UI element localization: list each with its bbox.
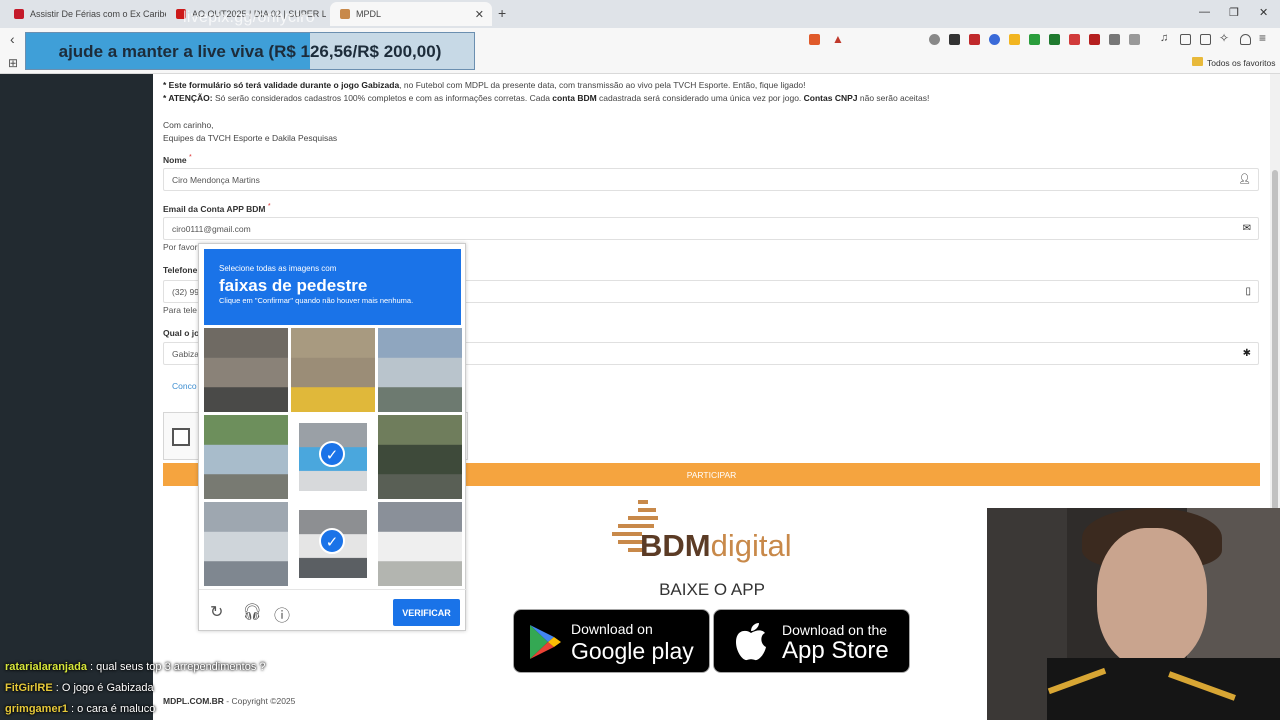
- minimize-icon[interactable]: —: [1199, 6, 1210, 18]
- phone-hint: Para tele: [163, 305, 198, 315]
- greeting: Com carinho, Equipes da TVCH Esporte e D…: [163, 120, 338, 143]
- streamer-webcam: [987, 508, 1280, 720]
- donation-goal-text: ajude a manter a live viva (R$ 126,56/R$…: [58, 42, 442, 61]
- stream-watermark: livepix.gg/onlyciro: [183, 9, 315, 26]
- mobile-icon: ▯: [1245, 286, 1251, 297]
- captcha-tile[interactable]: [204, 415, 288, 499]
- recaptcha-challenge: Selecione todas as imagens com faixas de…: [198, 243, 467, 631]
- captcha-target-word: faixas de pedestre: [219, 276, 368, 295]
- tab-favicon-icon: [14, 9, 24, 19]
- info-icon[interactable]: ⓘ: [274, 602, 290, 626]
- form-notices: * Este formulário só terá validade duran…: [163, 79, 929, 105]
- back-icon[interactable]: ‹: [10, 31, 15, 47]
- close-window-icon[interactable]: ✕: [1259, 6, 1268, 19]
- game-label: Qual o jo: [163, 328, 200, 338]
- email-hint: Por favor: [163, 242, 198, 252]
- restore-icon[interactable]: ❐: [1229, 6, 1239, 19]
- captcha-footer: ↻ 🎧︎ ⓘ VERIFICAR: [199, 589, 467, 631]
- extension-icon[interactable]: [1049, 34, 1060, 45]
- headphones-icon[interactable]: 🎧︎: [242, 602, 262, 622]
- panel-icon[interactable]: [1180, 34, 1191, 45]
- name-label: Nome *: [163, 153, 192, 165]
- app-store-button[interactable]: Download on the App Store: [713, 609, 910, 673]
- folder-icon: [1192, 57, 1203, 66]
- captcha-tile[interactable]: [204, 328, 288, 412]
- captcha-tile[interactable]: [378, 328, 462, 412]
- new-tab-button[interactable]: +: [498, 5, 506, 21]
- page-footer: MDPL.COM.BR - Copyright ©2025: [163, 696, 296, 706]
- captcha-instructions: Selecione todas as imagens com faixas de…: [204, 249, 461, 325]
- captcha-tile[interactable]: [378, 502, 462, 586]
- music-icon[interactable]: ♫: [1160, 32, 1168, 44]
- name-field[interactable]: Ciro Mendonça Martins 👤︎: [163, 168, 1259, 191]
- all-bookmarks-link[interactable]: Todos os favoritos: [1207, 58, 1276, 68]
- apps-icon[interactable]: ⊞: [8, 56, 18, 70]
- user-icon: 👤︎: [1238, 174, 1251, 185]
- verify-button[interactable]: VERIFICAR: [393, 599, 460, 626]
- tile-selected-check-icon: ✓: [319, 528, 345, 554]
- tab-mpdl[interactable]: MPDL ✕: [330, 2, 492, 26]
- wallet-icon[interactable]: [1200, 34, 1211, 45]
- phone-label: Telefone: [163, 265, 198, 275]
- reload-icon[interactable]: ↻: [210, 602, 223, 622]
- chat-message: FitGirlRE : O jogo é Gabizada: [5, 682, 154, 694]
- google-play-button[interactable]: Download on Google play: [513, 609, 710, 673]
- notice-attention: * ATENÇÃO: Só serão considerados cadastr…: [163, 93, 930, 103]
- extension-icon[interactable]: [1089, 34, 1100, 45]
- menu-icon[interactable]: ≡: [1259, 31, 1266, 45]
- chat-message: grimgamer1 : o cara é maluco: [5, 703, 156, 715]
- extension-icon[interactable]: [969, 34, 980, 45]
- tab-label: MPDL: [356, 9, 382, 19]
- extension-icon[interactable]: [929, 34, 940, 45]
- tab-favicon-icon: [340, 9, 350, 19]
- brave-shield-icon[interactable]: [809, 34, 820, 45]
- tile-selected-check-icon: ✓: [319, 441, 345, 467]
- email-field[interactable]: ciro0111@gmail.com ✉: [163, 217, 1259, 240]
- puzzle-icon[interactable]: [1109, 34, 1120, 45]
- leo-icon[interactable]: ✧: [1219, 31, 1229, 45]
- tab-ferias[interactable]: Assistir De Férias com o Ex Caribe 1x: [4, 2, 166, 26]
- bdm-digital-logo: BDMdigital: [612, 498, 817, 568]
- extension-icon[interactable]: [1009, 34, 1020, 45]
- extension-icon[interactable]: [1029, 34, 1040, 45]
- tab-label: Assistir De Férias com o Ex Caribe 1x: [30, 9, 166, 19]
- captcha-tile[interactable]: [291, 328, 375, 412]
- logo-wordmark: BDMdigital: [640, 528, 792, 563]
- email-label: Email da Conta APP BDM *: [163, 202, 271, 214]
- envelope-icon: ✉: [1242, 223, 1251, 234]
- extension-icon[interactable]: [989, 34, 1000, 45]
- sidebar-icon[interactable]: [1129, 34, 1140, 45]
- asterisk-icon: ✱: [1242, 348, 1251, 359]
- extension-icon[interactable]: [949, 34, 960, 45]
- vpn-icon[interactable]: [1240, 34, 1251, 45]
- brave-rewards-icon[interactable]: ▲: [832, 32, 844, 46]
- close-tab-icon[interactable]: ✕: [475, 8, 484, 21]
- captcha-tile[interactable]: [378, 415, 462, 499]
- scrollbar-thumb[interactable]: [1272, 170, 1278, 510]
- apple-icon: [736, 623, 766, 661]
- extension-icon[interactable]: [1069, 34, 1080, 45]
- download-heading: BAIXE O APP: [659, 580, 765, 599]
- recaptcha-checkbox[interactable]: [172, 428, 190, 446]
- captcha-tile[interactable]: [204, 502, 288, 586]
- google-play-icon: [530, 625, 561, 659]
- stream-side-panel: [0, 74, 153, 720]
- donation-goal-bar: ajude a manter a live viva (R$ 126,56/R$…: [25, 32, 475, 70]
- chat-message: ratarialaranjada : qual seus top 3 arrep…: [5, 661, 266, 673]
- terms-link[interactable]: Conco: [172, 381, 197, 391]
- notice-validity: * Este formulário só terá validade duran…: [163, 80, 806, 90]
